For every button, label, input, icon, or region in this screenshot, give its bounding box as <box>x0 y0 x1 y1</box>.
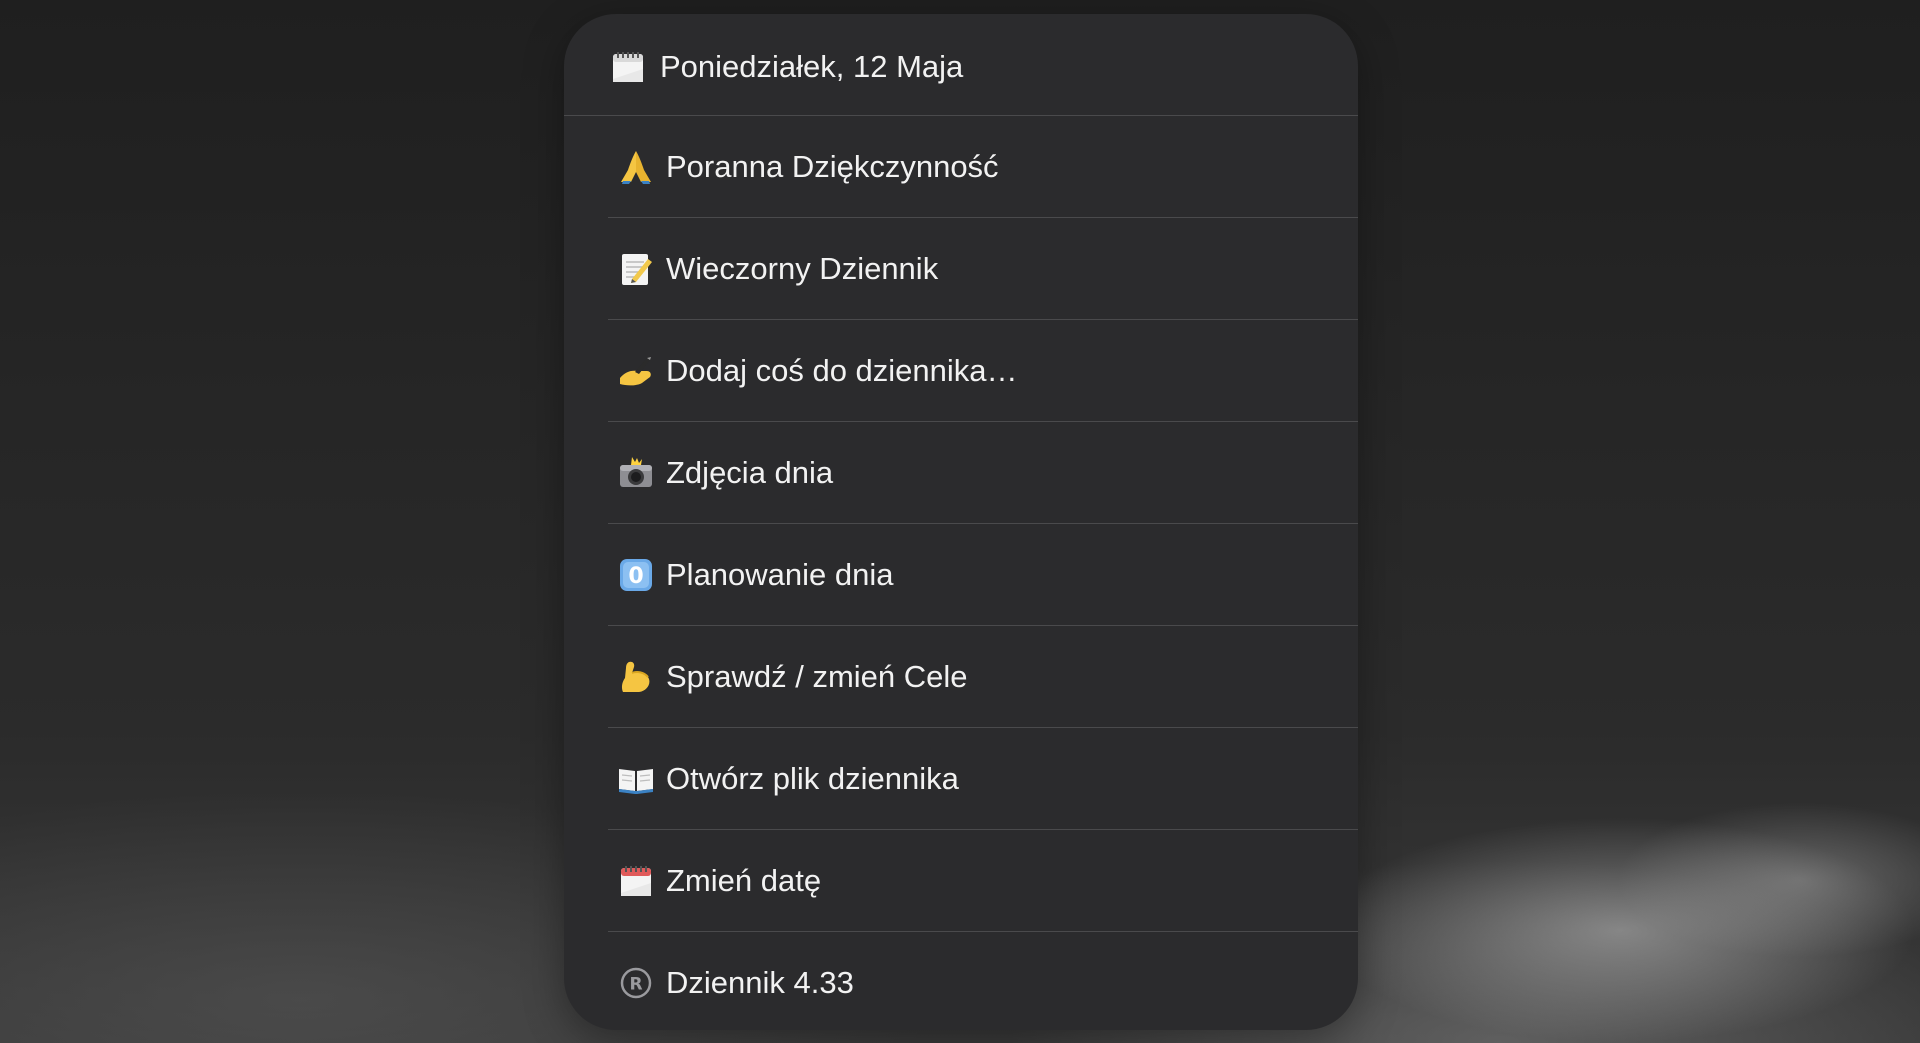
menu-item-label: Poranna Dziękczynność <box>666 148 999 184</box>
menu-item-wieczorny-dziennik[interactable]: Wieczorny Dziennik <box>608 218 1358 320</box>
menu-item-label: Sprawdź / zmień Cele <box>666 658 968 694</box>
menu-item-wersja[interactable]: R Dziennik 4.33 <box>608 932 1358 1030</box>
folded-hands-icon <box>616 147 656 187</box>
menu-item-label: Zmień datę <box>666 862 822 898</box>
registered-icon: R <box>616 963 656 1003</box>
menu-header-title: Poniedziałek, 12 Maja <box>660 48 964 84</box>
calendar-icon <box>616 861 656 901</box>
calendar-icon <box>608 47 648 87</box>
keycap-zero-icon: 0 <box>616 555 656 595</box>
menu-item-label: Dziennik 4.33 <box>666 965 854 1000</box>
camera-flash-icon <box>616 453 656 493</box>
flexed-biceps-icon <box>616 657 656 697</box>
menu-item-otworz-plik[interactable]: Otwórz plik dziennika <box>608 728 1358 830</box>
menu-item-planowanie-dnia[interactable]: 0 Planowanie dnia <box>608 524 1358 626</box>
menu-item-zmien-date[interactable]: Zmień datę <box>608 830 1358 932</box>
memo-icon <box>616 249 656 289</box>
svg-text:R: R <box>629 975 642 995</box>
menu-item-dodaj-cos[interactable]: Dodaj coś do dziennika… <box>608 320 1358 422</box>
open-book-icon <box>616 759 656 799</box>
menu-item-zdjecia-dnia[interactable]: Zdjęcia dnia <box>608 422 1358 524</box>
menu-item-label: Zdjęcia dnia <box>666 454 834 490</box>
context-menu: Poniedziałek, 12 Maja Poranna Dziękczynn… <box>564 14 1358 1030</box>
menu-item-poranna-dziekczynnosc[interactable]: Poranna Dziękczynność <box>608 116 1358 218</box>
svg-text:0: 0 <box>628 564 643 589</box>
menu-header: Poniedziałek, 12 Maja <box>564 18 1358 116</box>
menu-items: Poranna Dziękczynność Wieczorny Dziennik <box>564 116 1358 1030</box>
menu-item-label: Planowanie dnia <box>666 556 894 592</box>
menu-item-sprawdz-cele[interactable]: Sprawdź / zmień Cele <box>608 626 1358 728</box>
menu-item-label: Wieczorny Dziennik <box>666 250 939 286</box>
menu-item-label: Dodaj coś do dziennika… <box>666 352 1018 388</box>
menu-item-label: Otwórz plik dziennika <box>666 760 959 796</box>
writing-hand-icon <box>616 351 656 391</box>
